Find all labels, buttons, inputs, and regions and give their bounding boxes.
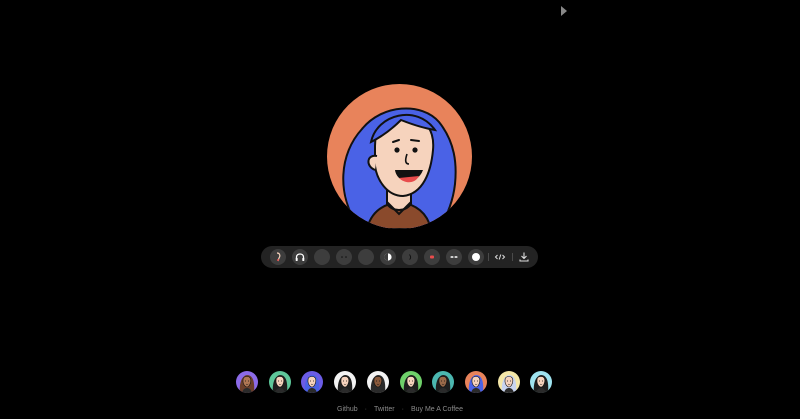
avatar-thumbnail[interactable] (464, 371, 487, 393)
avatar-thumbnail[interactable] (334, 371, 357, 393)
separator: · (364, 406, 367, 413)
blank-icon (358, 249, 374, 265)
nose-option-button[interactable] (402, 249, 418, 265)
avatar-gallery (0, 371, 800, 393)
avatar-thumbnail-image (334, 371, 357, 393)
nose-icon (409, 254, 412, 260)
avatar-thumbnail[interactable] (497, 371, 520, 393)
buy-me-a-coffee-link[interactable]: Buy Me A Coffee (411, 406, 463, 413)
twitter-link[interactable]: Twitter (374, 406, 395, 413)
avatar-thumbnail[interactable] (301, 371, 324, 393)
footer-links: Github · Twitter · Buy Me A Coffee (0, 404, 800, 416)
beard-option-button[interactable] (446, 249, 462, 265)
code-icon (494, 254, 506, 260)
face-icon (384, 253, 392, 261)
blank-icon (314, 249, 330, 265)
avatar-thumbnail-image (399, 371, 422, 393)
separator: · (401, 406, 404, 413)
mouth-icon (430, 255, 434, 259)
avatar-thumbnail[interactable] (432, 371, 455, 393)
avatar-thumbnail-image (301, 371, 324, 393)
eyebrows-option-button[interactable] (314, 249, 330, 265)
shirt-option-button[interactable] (468, 249, 484, 265)
avatar-options-toolbar (261, 246, 538, 268)
avatar-thumbnail[interactable] (268, 371, 291, 393)
eyes-icon (341, 256, 347, 258)
github-link[interactable]: Github (337, 406, 358, 413)
avatar-thumbnail-image (497, 371, 520, 393)
toolbar-divider (488, 253, 489, 261)
avatar-thumbnail-image (366, 371, 389, 393)
face-option-button[interactable] (380, 249, 396, 265)
avatar-thumbnail[interactable] (236, 371, 258, 393)
download-button[interactable] (516, 249, 532, 265)
headphones-icon (295, 253, 305, 261)
eyes-option-button[interactable] (336, 249, 352, 265)
avatar-thumbnail-image (268, 371, 291, 393)
avatar-thumbnail[interactable] (530, 371, 553, 393)
ear-icon (276, 252, 281, 262)
mouth-option-button[interactable] (424, 249, 440, 265)
earring-option-button[interactable] (292, 249, 308, 265)
avatar-preview (327, 84, 472, 229)
circle-icon (472, 253, 480, 261)
avatar-illustration (327, 84, 472, 229)
avatar-thumbnail-image (432, 371, 455, 393)
code-button[interactable] (492, 249, 508, 265)
ear-option-button[interactable] (270, 249, 286, 265)
avatar-thumbnail-image (464, 371, 487, 393)
avatar-thumbnail[interactable] (399, 371, 422, 393)
avatar-thumbnail[interactable] (366, 371, 389, 393)
toolbar-divider (512, 253, 513, 261)
avatar-thumbnail-image (530, 371, 553, 393)
avatar-thumbnail-image (236, 371, 258, 393)
chevron-right-icon[interactable] (559, 5, 569, 17)
mustache-icon (450, 256, 458, 258)
glasses-option-button[interactable] (358, 249, 374, 265)
download-icon (519, 252, 529, 262)
